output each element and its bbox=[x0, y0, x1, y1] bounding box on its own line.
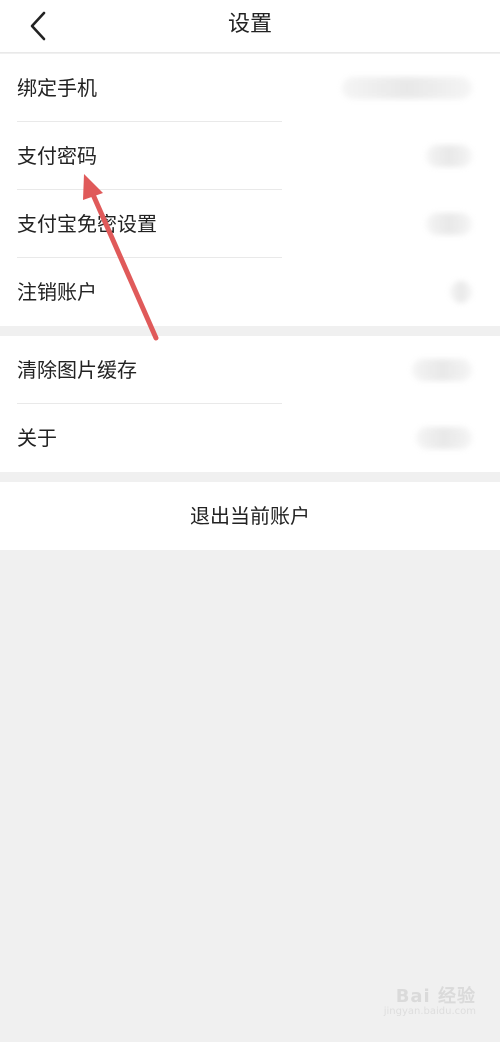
settings-item-label: 支付密码 bbox=[17, 144, 97, 168]
settings-item-cancel-account[interactable]: 注销账户 bbox=[0, 258, 500, 326]
page-title: 设置 bbox=[227, 12, 272, 37]
top-navigation-bar: 设置 bbox=[0, 0, 500, 53]
general-settings-section: 清除图片缓存 关于 bbox=[0, 336, 500, 472]
blurred-value bbox=[426, 145, 472, 167]
blurred-value bbox=[342, 77, 472, 99]
account-settings-section: 绑定手机 支付密码 支付宝免密设置 注销账户 bbox=[0, 54, 500, 326]
blurred-value bbox=[416, 427, 472, 449]
settings-item-alipay-no-password[interactable]: 支付宝免密设置 bbox=[0, 190, 500, 258]
settings-item-label: 绑定手机 bbox=[17, 76, 97, 100]
logout-section: 退出当前账户 bbox=[0, 482, 500, 550]
settings-item-label: 关于 bbox=[17, 426, 57, 450]
blurred-value bbox=[412, 359, 472, 381]
watermark-subtext: jingyan.baidu.com bbox=[383, 1006, 476, 1017]
settings-item-about[interactable]: 关于 bbox=[0, 404, 500, 472]
blurred-value bbox=[450, 281, 472, 303]
settings-page: 设置 绑定手机 支付密码 支付宝免密设置 注销账户 清除图片缓存 关于 退出当前… bbox=[0, 0, 500, 1042]
settings-item-bind-phone[interactable]: 绑定手机 bbox=[0, 54, 500, 122]
logout-button[interactable]: 退出当前账户 bbox=[0, 482, 500, 550]
settings-item-clear-image-cache[interactable]: 清除图片缓存 bbox=[0, 336, 500, 404]
settings-item-payment-password[interactable]: 支付密码 bbox=[0, 122, 500, 190]
blurred-value bbox=[426, 213, 472, 235]
settings-item-label: 注销账户 bbox=[17, 280, 97, 304]
settings-item-label: 支付宝免密设置 bbox=[17, 212, 157, 236]
watermark-logo: Bai 经验 jingyan.baidu.com bbox=[376, 982, 476, 1022]
watermark-text: Bai 经验 bbox=[395, 986, 476, 1007]
settings-item-label: 清除图片缓存 bbox=[17, 358, 137, 382]
